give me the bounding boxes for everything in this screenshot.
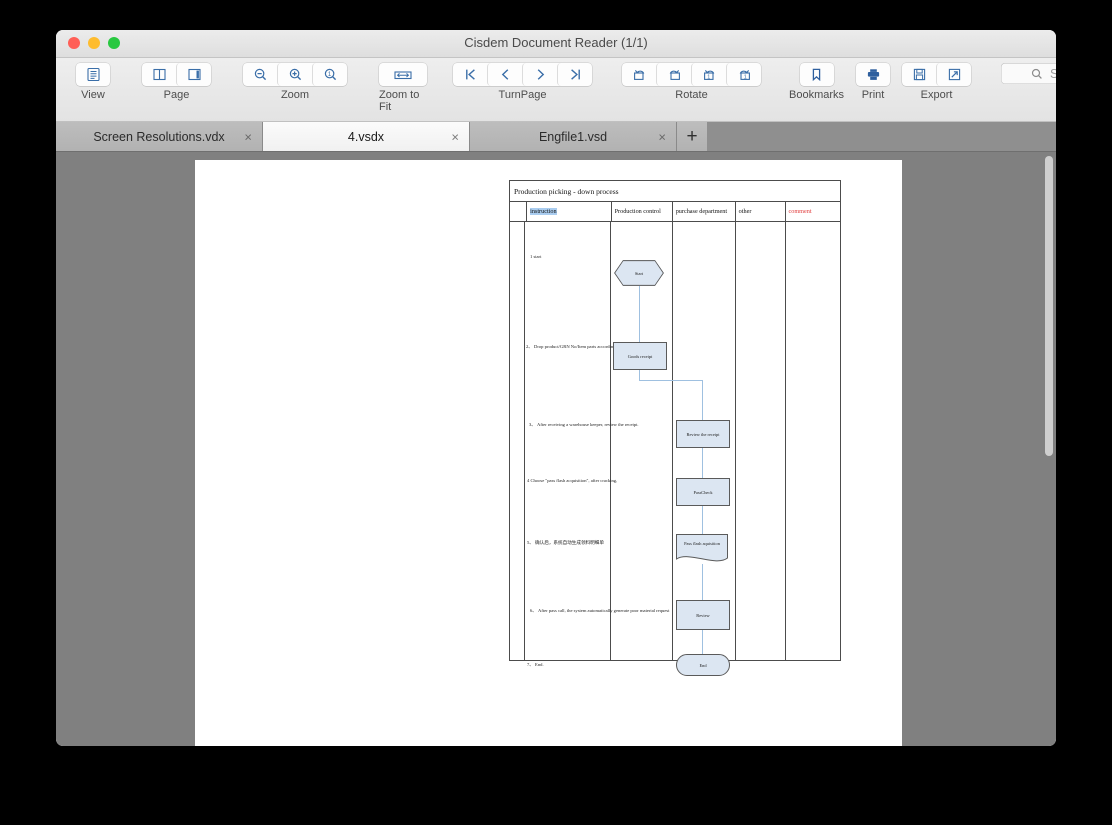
connector-into-review-receipt (702, 380, 703, 420)
toolbar-group-rotate: 1 1 Rotate (622, 63, 761, 101)
instruction-text: 5、 确认后，系统自动生成领料明细单 (527, 540, 604, 546)
instruction-text: 6、 After pass call, the system automatic… (530, 608, 669, 614)
next-page-icon[interactable] (522, 63, 557, 86)
first-page-icon[interactable] (453, 63, 487, 86)
column-header-other: other (736, 202, 786, 221)
previous-page-icon[interactable] (487, 63, 522, 86)
end-node[interactable]: End (676, 654, 730, 676)
tab-screen-resolutions[interactable]: Screen Resolutions.vdx × (56, 122, 263, 151)
view-single-icon[interactable] (76, 63, 110, 86)
last-page-icon[interactable] (557, 63, 592, 86)
connector-goods-receipt-across (639, 380, 702, 381)
pass-check-label: PassCheck (693, 490, 712, 495)
toolbar: View Page (56, 58, 1056, 122)
toolbar-label-page: Page (164, 89, 190, 101)
toolbar-label-print: Print (862, 89, 885, 101)
search-input[interactable] (1048, 66, 1056, 82)
search-area: Search (1001, 63, 1056, 99)
column-header-instruction-label: instruction (530, 208, 556, 215)
column-header-production-control: Production control (612, 202, 673, 221)
toolbar-label-bookmarks: Bookmarks (789, 89, 844, 101)
page-two-up-icon[interactable] (142, 63, 176, 86)
review-receipt-node[interactable]: Review the receipt (676, 420, 730, 448)
tab-bar: Screen Resolutions.vdx × 4.vsdx × Engfil… (56, 122, 1056, 152)
connector-acquisition-to-review (702, 564, 703, 600)
review-receipt-label: Review the receipt (687, 432, 720, 437)
toolbar-group-export: Export (902, 63, 971, 101)
connector-start-to-goods-receipt (639, 286, 640, 342)
toolbar-label-export: Export (921, 89, 953, 101)
rotate-left-all-icon[interactable] (622, 63, 656, 86)
title-bar: Cisdem Document Reader (1/1) (56, 30, 1056, 58)
connector-passcheck-to-acquisition (702, 504, 703, 534)
flowchart-diagram: Production picking - down process instru… (509, 180, 841, 661)
window-title: Cisdem Document Reader (1/1) (56, 35, 1056, 50)
tab-engfile1[interactable]: Engfile1.vsd × (470, 122, 677, 151)
export-icon[interactable] (936, 63, 971, 86)
toolbar-label-view: View (81, 89, 105, 101)
zoom-to-fit-icon[interactable] (379, 63, 427, 86)
flash-acquisition-node[interactable]: Pass flash aquisition (676, 534, 728, 564)
bookmark-icon[interactable] (800, 63, 834, 86)
connector-review-to-passcheck (702, 446, 703, 478)
search-box[interactable] (1001, 63, 1056, 84)
start-node[interactable]: Start (614, 260, 664, 286)
document-page: Production picking - down process instru… (195, 160, 902, 746)
connector-review-to-end (702, 628, 703, 654)
vertical-scrollbar[interactable] (1045, 156, 1053, 716)
application-window: Cisdem Document Reader (1/1) View (56, 30, 1056, 746)
page-single-icon[interactable] (176, 63, 211, 86)
column-header-purchase-department: purchase department (673, 202, 736, 221)
end-node-label: End (699, 663, 706, 668)
document-canvas[interactable]: Production picking - down process instru… (56, 152, 1056, 746)
tab-label: Engfile1.vsd (539, 130, 607, 144)
svg-text:1: 1 (707, 74, 710, 80)
svg-text:1: 1 (743, 74, 746, 80)
instruction-text: 4 Choose "pass flash acquisition", after… (527, 478, 617, 484)
flash-acquisition-label: Pass flash aquisition (676, 541, 728, 546)
toolbar-group-zoom-to-fit: Zoom to Fit (379, 63, 427, 113)
instruction-text: 1 start (530, 254, 541, 260)
instruction-text: 7、 End. (527, 662, 544, 668)
goods-receipt-node[interactable]: Goods receipt (613, 342, 667, 370)
pass-check-node[interactable]: PassCheck (676, 478, 730, 506)
diagram-column-headers: instruction Production control purchase … (510, 202, 840, 222)
column-header-comment: comment (786, 202, 840, 221)
rotate-left-page-icon[interactable]: 1 (691, 63, 726, 86)
tab-label: 4.vsdx (348, 130, 384, 144)
tab-label: Screen Resolutions.vdx (93, 130, 224, 144)
toolbar-label-turnpage: TurnPage (499, 89, 547, 101)
toolbar-group-zoom: 1 Zoom (243, 63, 347, 101)
search-icon (1031, 68, 1043, 80)
rotate-right-page-icon[interactable]: 1 (726, 63, 761, 86)
close-tab-icon[interactable]: × (658, 129, 666, 144)
toolbar-label-zoom-to-fit: Zoom to Fit (379, 89, 427, 113)
diagram-body: 1 start 2、 Drop product/GRN No/Item part… (510, 222, 840, 660)
save-icon[interactable] (902, 63, 936, 86)
zoom-actual-icon[interactable]: 1 (312, 63, 347, 86)
close-tab-icon[interactable]: × (451, 129, 459, 144)
rotate-right-all-icon[interactable] (656, 63, 691, 86)
toolbar-group-page: Page (142, 63, 211, 101)
zoom-out-icon[interactable] (243, 63, 277, 86)
goods-receipt-label: Goods receipt (628, 354, 653, 359)
toolbar-label-zoom: Zoom (281, 89, 309, 101)
close-tab-icon[interactable]: × (244, 129, 252, 144)
toolbar-group-view: View (76, 63, 110, 101)
new-tab-button[interactable]: + (677, 122, 707, 151)
instruction-text: 3、 After receiving a warehouse keeper, r… (529, 422, 639, 428)
column-header-blank (510, 202, 527, 221)
diagram-title: Production picking - down process (510, 181, 840, 202)
zoom-in-icon[interactable] (277, 63, 312, 86)
toolbar-group-bookmarks: Bookmarks (789, 63, 844, 101)
toolbar-group-turnpage: TurnPage (453, 63, 592, 101)
tab-4-vsdx[interactable]: 4.vsdx × (263, 122, 470, 151)
review-node-label: Review (696, 613, 709, 618)
toolbar-group-print: Print (856, 63, 890, 101)
scrollbar-thumb[interactable] (1045, 156, 1053, 456)
column-header-instruction: instruction (527, 202, 612, 221)
toolbar-label-rotate: Rotate (675, 89, 707, 101)
review-node[interactable]: Review (676, 600, 730, 630)
print-icon[interactable] (856, 63, 890, 86)
